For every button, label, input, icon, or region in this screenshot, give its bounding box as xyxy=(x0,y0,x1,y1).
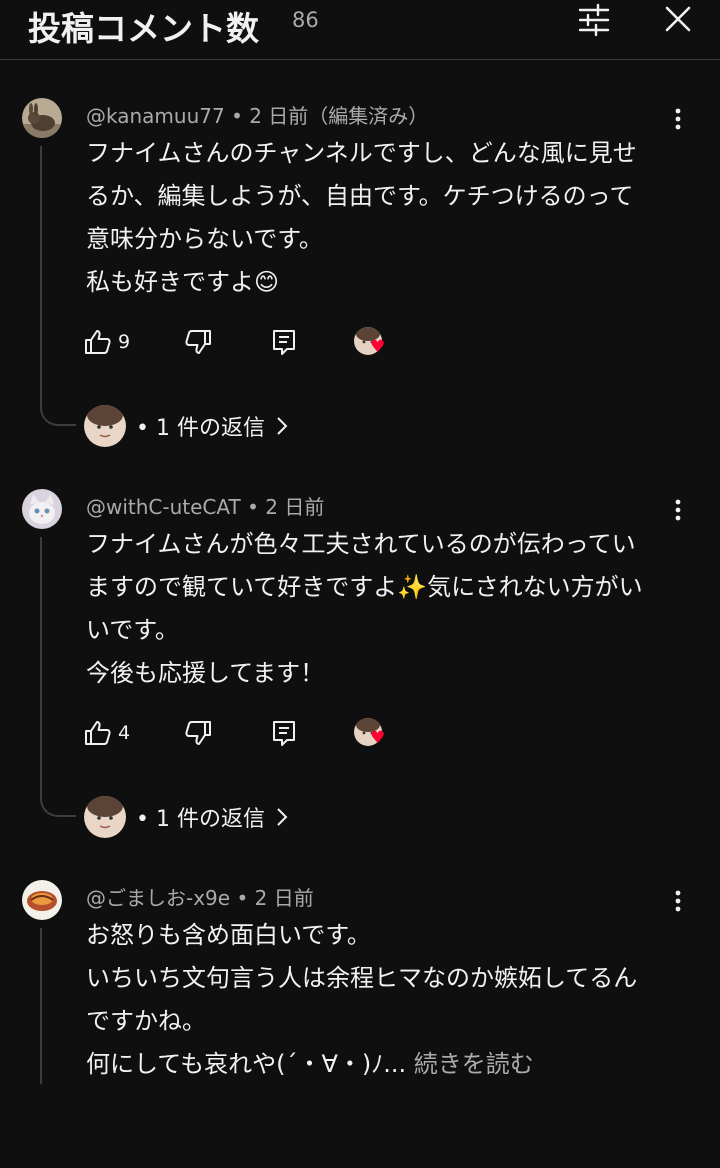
like-count: 4 xyxy=(118,722,131,744)
comment-item: @withC-uteCAT • 2 日前 フナイムさんが色々工夫されているのが伝… xyxy=(0,489,720,849)
comments-header: 投稿コメント数 86 xyxy=(0,0,720,60)
thread-line xyxy=(40,928,42,1084)
close-icon xyxy=(665,6,691,32)
comment-item: @ごましお-x9e • 2 日前 お怒りも含め面白いです。 いちいち文句言う人は… xyxy=(0,880,720,1084)
like-button[interactable]: 9 xyxy=(84,325,130,359)
comment-actions: 9 ♥ xyxy=(84,325,414,365)
more-vert-icon xyxy=(675,499,681,521)
comment-item: @kanamuu77 • 2 日前（編集済み） フナイムさんのチャンネルですし、… xyxy=(0,98,720,458)
filter-button[interactable] xyxy=(576,2,612,38)
more-options-button[interactable] xyxy=(666,497,690,523)
thread-connector xyxy=(40,795,76,817)
replies-count-label: • 1 件の返信 xyxy=(136,416,265,441)
author-name[interactable]: @kanamuu77 xyxy=(86,104,225,128)
meta-separator: • xyxy=(231,104,243,128)
author-name[interactable]: @ごましお-x9e xyxy=(86,886,230,910)
like-count: 9 xyxy=(118,331,131,353)
comment-line: 意味分からないです。 xyxy=(86,225,323,253)
timestamp: 2 日前 xyxy=(265,495,325,519)
comment-text: フナイムさんのチャンネルですし、どんな風に見せ るか、編集しようが、自由です。ケ… xyxy=(86,132,676,304)
reply-avatar xyxy=(84,405,126,447)
heart-icon: ♥ xyxy=(370,337,386,357)
avatar[interactable] xyxy=(22,489,62,529)
avatar[interactable] xyxy=(22,98,62,138)
comment-line: フナイムさんが色々工夫されているのが伝わってい xyxy=(86,530,636,558)
comment-line: いです。 xyxy=(86,616,179,644)
creator-heart: ♥ xyxy=(354,325,394,359)
timestamp: 2 日前 xyxy=(254,886,314,910)
comment-line: お怒りも含め面白いです。 xyxy=(86,921,371,949)
thread-connector xyxy=(40,404,76,426)
rabbit-avatar-image xyxy=(22,98,62,138)
timestamp: 2 日前（編集済み） xyxy=(249,104,429,128)
comment-count: 86 xyxy=(292,8,319,32)
cat-avatar-image xyxy=(22,489,62,529)
dislike-button[interactable] xyxy=(184,716,212,750)
reply-avatar xyxy=(84,796,126,838)
thread-line xyxy=(40,537,42,795)
comment-line: いちいち文句言う人は余程ヒマなのか嫉妬してるん xyxy=(86,964,638,992)
comment-text: お怒りも含め面白いです。 いちいち文句言う人は余程ヒマなのか嫉妬してるん ですか… xyxy=(86,914,676,1086)
comment-meta: @kanamuu77 • 2 日前（編集済み） xyxy=(86,100,428,129)
food-avatar-image xyxy=(22,880,62,920)
thread-line xyxy=(40,146,42,404)
comment-actions: 4 ♥ xyxy=(84,716,414,756)
reply-button[interactable] xyxy=(270,325,298,359)
comment-line: 私も好きですよ😊 xyxy=(86,268,280,296)
thumb-up-icon xyxy=(85,721,111,745)
comment-line: 今後も応援してます！ xyxy=(86,659,325,687)
comment-line: るか、編集しようが、自由です。ケチつけるのって xyxy=(86,182,634,210)
view-replies-button[interactable]: • 1 件の返信 xyxy=(84,404,289,448)
view-replies-button[interactable]: • 1 件の返信 xyxy=(84,795,289,839)
more-vert-icon xyxy=(675,890,681,912)
meta-separator: • xyxy=(236,886,249,910)
chevron-right-icon xyxy=(277,808,288,826)
dislike-button[interactable] xyxy=(184,325,212,359)
more-vert-icon xyxy=(675,108,681,130)
read-more-link[interactable]: 続きを読む xyxy=(414,1050,534,1078)
page-title: 投稿コメント数 xyxy=(28,9,259,48)
thumb-down-icon xyxy=(185,721,211,745)
comment-text: フナイムさんが色々工夫されているのが伝わってい ますので観ていて好きですよ✨気に… xyxy=(86,523,676,695)
replies-count-label: • 1 件の返信 xyxy=(136,807,265,832)
more-options-button[interactable] xyxy=(666,106,690,132)
close-button[interactable] xyxy=(660,2,696,38)
heart-icon: ♥ xyxy=(370,728,386,748)
reply-button[interactable] xyxy=(270,716,298,750)
comment-line: フナイムさんのチャンネルですし、どんな風に見せ xyxy=(86,139,637,167)
comment-line-truncated: 何にしても哀れや(´・∀・)ﾉ... xyxy=(86,1050,407,1078)
comment-line: 何にしても哀れや(´・∀・)ﾉ... 続きを読む xyxy=(86,1043,676,1086)
meta-separator: • xyxy=(247,495,259,519)
comment-meta: @withC-uteCAT • 2 日前 xyxy=(86,491,324,520)
filter-icon xyxy=(578,3,610,37)
creator-heart: ♥ xyxy=(354,716,394,750)
comment-meta: @ごましお-x9e • 2 日前 xyxy=(86,882,314,911)
avatar[interactable] xyxy=(22,880,62,920)
more-options-button[interactable] xyxy=(666,888,690,914)
comment-line: ですかね。 xyxy=(86,1007,206,1035)
like-button[interactable]: 4 xyxy=(84,716,130,750)
reply-icon xyxy=(273,721,295,746)
author-name[interactable]: @withC-uteCAT xyxy=(86,495,241,519)
reply-icon xyxy=(273,330,295,355)
comment-line: ますので観ていて好きですよ✨気にされない方がい xyxy=(86,573,643,601)
thumb-down-icon xyxy=(185,330,211,354)
chevron-right-icon xyxy=(277,417,288,435)
thumb-up-icon xyxy=(85,330,111,354)
